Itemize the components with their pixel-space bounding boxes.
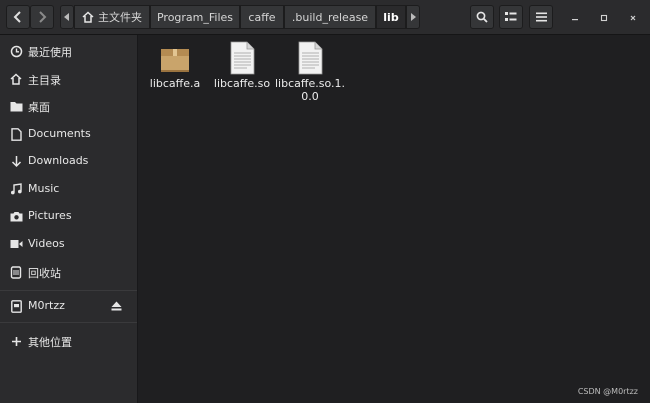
menu-button[interactable] [529,5,553,29]
sidebar-item-pictures[interactable]: Pictures [0,203,137,229]
document-icon [9,127,23,141]
maximize-button[interactable] [596,10,612,26]
sidebar-item-documents[interactable]: Documents [0,121,137,147]
sidebar-item-recent[interactable]: 最近使用 [0,38,137,64]
triangle-left-icon [64,13,69,21]
home-icon [82,11,94,23]
plus-icon [9,334,23,348]
video-icon [9,237,23,251]
sidebar-item-desktop[interactable]: 桌面 [0,93,137,119]
close-button[interactable] [625,10,641,26]
sidebar-item-music[interactable]: Music [0,176,137,202]
breadcrumb-label: 主文件夹 [98,11,142,24]
header-bar: 主文件夹 Program_Files caffe .build_release … [0,0,650,35]
file-name: libcaffe.so.1.0.0 [275,77,345,103]
breadcrumb-label: lib [383,10,399,24]
download-icon [9,154,23,168]
list-view-icon [505,12,517,21]
breadcrumb-scroll-left[interactable] [60,5,74,29]
sidebar-item-label: 最近使用 [28,46,72,59]
search-icon [476,11,488,23]
sidebar-item-label: 桌面 [28,101,50,114]
camera-icon [9,209,23,223]
breadcrumb-lib[interactable]: lib [376,5,406,29]
sidebar-item-videos[interactable]: Videos [0,231,137,257]
music-icon [9,182,23,196]
text-file-icon [298,41,323,75]
file-item-libcaffe-a[interactable]: libcaffe.a [138,41,212,113]
text-file-icon [230,41,255,75]
home-icon [9,72,23,86]
chevron-right-icon [39,11,47,23]
sidebar-item-other-locations[interactable]: 其他位置 [0,328,137,354]
drive-icon [9,299,23,313]
sidebar-item-label: Pictures [28,209,72,222]
close-icon [630,15,636,21]
sidebar-item-label: Downloads [28,154,89,167]
search-button[interactable] [470,5,494,29]
sidebar-item-label: Music [28,182,60,195]
sidebar-item-device[interactable]: M0rtzz [0,293,137,319]
breadcrumb-build-release[interactable]: .build_release [284,5,376,29]
sidebar-item-label: 主目录 [28,74,61,87]
file-item-libcaffe-so-1-0-0[interactable]: libcaffe.so.1.0.0 [273,41,347,113]
sidebar-item-label: M0rtzz [28,299,65,312]
breadcrumb-program-files[interactable]: Program_Files [150,5,240,29]
breadcrumb-caffe[interactable]: caffe [240,5,284,29]
watermark: CSDN @M0rtzz [577,387,638,396]
archive-icon [161,49,189,72]
sidebar-separator [0,322,137,323]
trash-icon [9,265,23,279]
eject-icon[interactable] [111,300,122,314]
minimize-icon [572,19,578,21]
triangle-right-icon [411,13,416,21]
breadcrumb-home[interactable]: 主文件夹 [74,5,150,29]
sidebar-item-label: 回收站 [28,267,61,280]
sidebar-item-label: Videos [28,237,65,250]
sidebar-item-label: 其他位置 [28,336,72,349]
file-view[interactable]: libcaffe.a libcaffe.so libcaffe.so.1.0.0 [138,35,650,403]
file-name: libcaffe.a [149,77,201,90]
sidebar-item-downloads[interactable]: Downloads [0,148,137,174]
view-options-button[interactable] [499,5,523,29]
file-item-libcaffe-so[interactable]: libcaffe.so [205,41,279,113]
back-button[interactable] [6,5,30,29]
sidebar-item-trash[interactable]: 回收站 [0,259,137,285]
forward-button[interactable] [30,5,54,29]
breadcrumb-label: Program_Files [156,10,234,24]
file-name: libcaffe.so [213,77,271,90]
breadcrumb-label: caffe [248,10,276,24]
hamburger-icon [535,12,547,22]
breadcrumb-label: .build_release [291,10,369,24]
folder-icon [9,99,23,113]
minimize-button[interactable] [567,10,583,26]
maximize-icon [600,14,608,22]
chevron-left-icon [13,11,21,23]
sidebar-item-home[interactable]: 主目录 [0,66,137,92]
breadcrumb-scroll-right[interactable] [406,5,420,29]
sidebar: 最近使用 主目录 桌面 Documents Downloads Music Pi… [0,35,138,403]
clock-icon [9,44,23,58]
sidebar-item-label: Documents [28,127,91,140]
sidebar-separator [0,290,137,291]
